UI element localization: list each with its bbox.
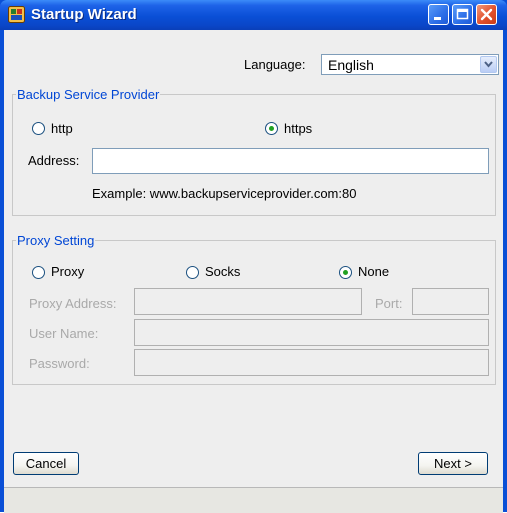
- dropdown-arrow-button[interactable]: [480, 56, 497, 73]
- user-name-label: User Name:: [29, 326, 99, 341]
- language-select[interactable]: English: [321, 54, 499, 75]
- address-input[interactable]: [92, 148, 489, 174]
- proxy-radio-label: Proxy: [51, 264, 85, 279]
- password-label: Password:: [29, 356, 90, 371]
- socks-radio[interactable]: [186, 266, 199, 279]
- maximize-icon: [456, 8, 469, 20]
- next-button[interactable]: Next >: [418, 452, 488, 475]
- https-radio[interactable]: [265, 122, 278, 135]
- port-input[interactable]: [412, 288, 489, 315]
- none-radio[interactable]: [339, 266, 352, 279]
- startup-wizard-window: Startup Wizard Language: English Backup …: [0, 0, 507, 513]
- proxy-address-label: Proxy Address:: [29, 296, 117, 311]
- proxy-address-input[interactable]: [134, 288, 362, 315]
- status-bar: [4, 487, 503, 513]
- none-radio-label: None: [358, 264, 390, 279]
- window-title: Startup Wizard: [31, 6, 137, 23]
- proxy-radio[interactable]: [32, 266, 45, 279]
- app-icon: [8, 6, 25, 23]
- minimize-icon: [434, 17, 441, 20]
- address-example-text: Example: www.backupserviceprovider.com:8…: [92, 186, 357, 201]
- address-label: Address:: [28, 153, 80, 168]
- cancel-button[interactable]: Cancel: [13, 452, 79, 475]
- http-radio-label: http: [51, 121, 73, 136]
- backup-provider-legend: Backup Service Provider: [16, 87, 161, 102]
- maximize-button[interactable]: [452, 4, 473, 25]
- user-name-input[interactable]: [134, 319, 489, 346]
- close-icon: [480, 8, 493, 21]
- language-select-value: English: [328, 57, 374, 73]
- password-input[interactable]: [134, 349, 489, 376]
- wizard-content: Language: English Backup Service Provide…: [4, 30, 503, 512]
- http-radio[interactable]: [32, 122, 45, 135]
- port-label: Port:: [375, 296, 403, 311]
- language-label: Language:: [244, 57, 306, 72]
- chevron-down-icon: [484, 61, 493, 68]
- minimize-button[interactable]: [428, 4, 449, 25]
- close-button[interactable]: [476, 4, 497, 25]
- title-bar[interactable]: Startup Wizard: [0, 0, 507, 30]
- socks-radio-label: Socks: [205, 264, 241, 279]
- proxy-setting-legend: Proxy Setting: [16, 233, 96, 248]
- https-radio-label: https: [284, 121, 313, 136]
